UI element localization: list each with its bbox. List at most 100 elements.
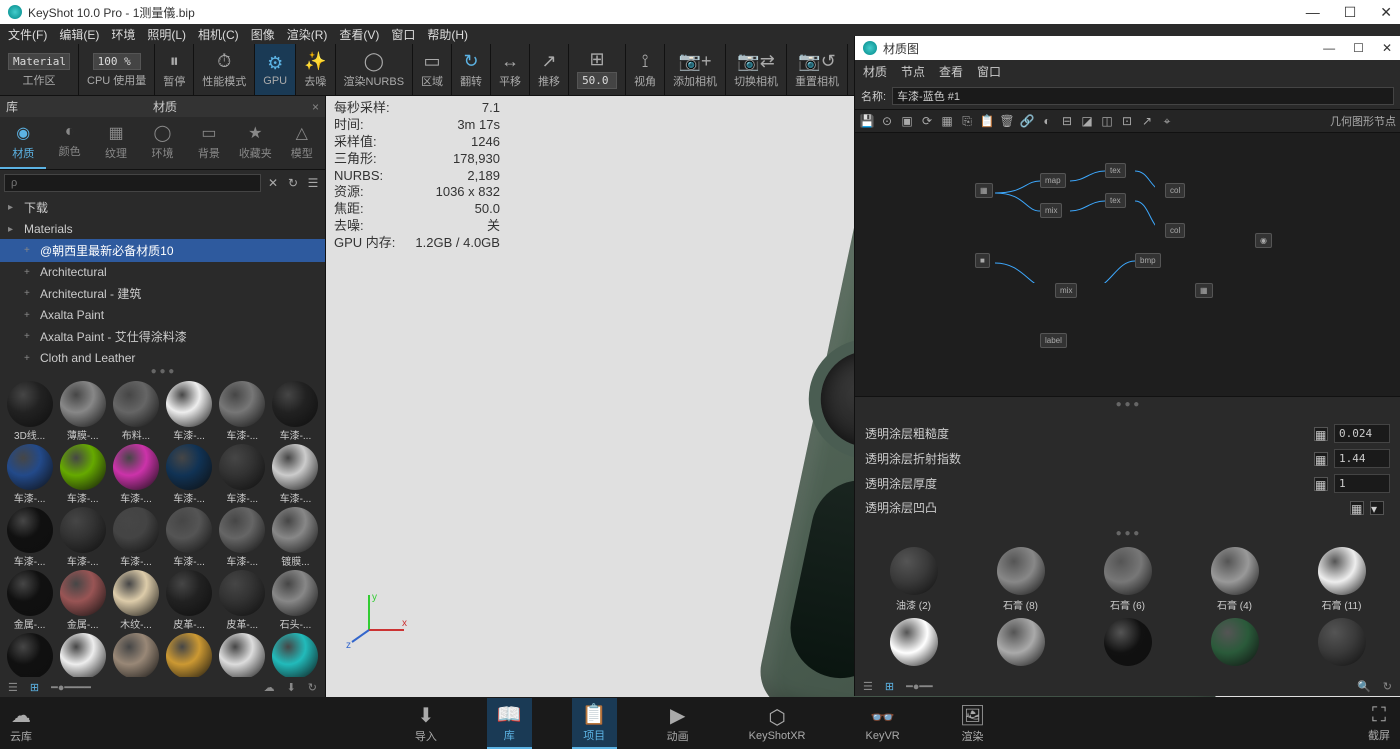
menu-item[interactable]: 环境 xyxy=(111,26,135,43)
bottombar-渲染[interactable]: 🖼渲染 xyxy=(950,699,995,748)
property-value-input[interactable] xyxy=(1334,474,1390,493)
tree-expand-icon[interactable]: + xyxy=(24,331,34,342)
toolbar-button-推移[interactable]: ↗推移 xyxy=(530,44,569,95)
material-thumbnail[interactable]: 镀膜... xyxy=(270,507,321,568)
library-tab-背景[interactable]: ▭背景 xyxy=(186,117,232,169)
material-thumbnail[interactable]: 透明-... xyxy=(110,633,161,677)
material-thumbnail[interactable]: 石头-... xyxy=(270,570,321,631)
graph-node[interactable]: mix xyxy=(1055,283,1077,298)
material-thumbnail[interactable]: 透明-... xyxy=(217,633,268,677)
matgraph-tool-icon[interactable]: 💾 xyxy=(859,113,875,129)
material-thumbnail[interactable]: 皮革-... xyxy=(164,570,215,631)
matgraph-tool-icon[interactable]: ▣ xyxy=(899,113,915,129)
slider-handle[interactable]: ━●━━ xyxy=(906,680,933,693)
tree-item[interactable]: +Architectural - 建筑 xyxy=(0,282,325,305)
property-texture-toggle[interactable]: ▦ xyxy=(1350,501,1364,515)
geometry-nodes-button[interactable]: 几何图形节点 xyxy=(1330,113,1396,129)
swatch-item[interactable]: 油漆 (2) xyxy=(863,547,964,612)
swatch-item[interactable] xyxy=(863,618,964,668)
bottombar-截屏[interactable]: ⛶截屏 xyxy=(1358,700,1400,747)
material-thumbnail[interactable]: 3D线... xyxy=(4,381,55,442)
graph-node[interactable]: tex xyxy=(1105,193,1126,208)
swatch-item[interactable]: 石膏 (8) xyxy=(970,547,1071,612)
bottombar-导入[interactable]: ⬇导入 xyxy=(405,699,447,748)
zoom-icon[interactable]: 🔍 xyxy=(1357,680,1371,693)
tree-item[interactable]: +Cloth and Leather xyxy=(0,348,325,366)
refresh-icon[interactable]: ↻ xyxy=(285,175,301,191)
matgraph-tool-icon[interactable]: ⎘ xyxy=(959,113,975,129)
maximize-button[interactable]: ☐ xyxy=(1344,4,1357,21)
library-tab-收藏夹[interactable]: ★收藏夹 xyxy=(232,117,278,169)
matgraph-close-button[interactable]: ✕ xyxy=(1382,41,1392,55)
minimize-button[interactable]: — xyxy=(1306,4,1320,21)
tree-item[interactable]: ▸Materials xyxy=(0,219,325,239)
property-value-input[interactable] xyxy=(1334,449,1390,468)
bottombar-动画[interactable]: ▶动画 xyxy=(657,699,699,748)
property-texture-toggle[interactable]: ▦ xyxy=(1314,477,1328,491)
toolbar-button-去噪[interactable]: ✨去噪 xyxy=(296,44,335,95)
swatch-item[interactable]: 石膏 (4) xyxy=(1184,547,1285,612)
material-thumbnail[interactable]: 金属-... xyxy=(4,570,55,631)
graph-node[interactable]: col xyxy=(1165,183,1185,198)
tree-item[interactable]: ▸下载 xyxy=(0,196,325,219)
matgraph-tool-icon[interactable]: ◪ xyxy=(1079,113,1095,129)
tree-item[interactable]: +Axalta Paint - 艾仕得涂料漆 xyxy=(0,325,325,348)
material-thumbnail[interactable]: 车漆-... xyxy=(164,507,215,568)
graph-node[interactable]: tex xyxy=(1105,163,1126,178)
list-view-icon[interactable]: ☰ xyxy=(8,681,18,694)
menu-item[interactable]: 帮助(H) xyxy=(427,26,468,43)
node-graph-canvas[interactable]: ▦ map mix tex tex col col ■ mix bmp ▦ la… xyxy=(855,133,1400,397)
toolbar-button-视角[interactable]: ⟟视角 xyxy=(626,44,665,95)
swatch-item[interactable] xyxy=(970,618,1071,668)
material-thumbnail[interactable]: 车漆-... xyxy=(110,507,161,568)
material-thumbnail[interactable]: 车漆-... xyxy=(270,381,321,442)
graph-node[interactable]: bmp xyxy=(1135,253,1161,268)
tree-expand-icon[interactable]: ▸ xyxy=(8,224,18,235)
matgraph-menu-item[interactable]: 节点 xyxy=(901,63,925,80)
toolbar-button-性能模式[interactable]: ⏱性能模式 xyxy=(194,44,255,95)
graph-node[interactable]: map xyxy=(1040,173,1066,188)
grid-value-input[interactable] xyxy=(577,72,617,89)
refresh-icon[interactable]: ↻ xyxy=(1383,680,1392,693)
library-tab-材质[interactable]: ◉材质 xyxy=(0,117,46,169)
material-thumbnail[interactable]: 车漆-... xyxy=(110,444,161,505)
list-view-icon[interactable]: ☰ xyxy=(863,680,873,693)
bottombar-KeyShotXR[interactable]: ⬡KeyShotXR xyxy=(739,701,816,746)
material-thumbnail[interactable]: 车漆-... xyxy=(57,444,108,505)
tree-resize-handle[interactable]: ● ● ● xyxy=(0,366,325,377)
library-tab-环境[interactable]: ◯环境 xyxy=(139,117,185,169)
graph-node[interactable]: label xyxy=(1040,333,1067,348)
library-search-input[interactable] xyxy=(4,174,261,192)
matgraph-tool-icon[interactable]: ⌖ xyxy=(1159,113,1175,129)
menu-item[interactable]: 窗口 xyxy=(391,26,415,43)
graph-node[interactable]: ■ xyxy=(975,253,990,268)
bottombar-库[interactable]: 📖库 xyxy=(487,698,532,749)
material-thumbnail[interactable]: 透明-... xyxy=(164,633,215,677)
tree-expand-icon[interactable]: + xyxy=(24,353,34,364)
material-thumbnail[interactable]: 车漆-... xyxy=(57,507,108,568)
graph-node[interactable]: ◉ xyxy=(1255,233,1272,248)
matgraph-tool-icon[interactable]: ▦ xyxy=(939,113,955,129)
grid-view-icon[interactable]: ⊞ xyxy=(30,681,39,694)
material-thumbnail[interactable]: 车漆-... xyxy=(217,381,268,442)
toolbar-button-翻转[interactable]: ↻翻转 xyxy=(452,44,491,95)
matgraph-tool-icon[interactable]: ◐ xyxy=(1039,113,1055,129)
material-thumbnail[interactable]: 车漆-... xyxy=(217,507,268,568)
material-thumbnail[interactable]: 木纹-... xyxy=(110,570,161,631)
property-value-input[interactable] xyxy=(1334,424,1390,443)
tree-expand-icon[interactable]: + xyxy=(24,245,34,256)
material-name-field[interactable] xyxy=(892,87,1394,105)
tree-expand-icon[interactable]: ▸ xyxy=(8,202,18,213)
slider-handle[interactable]: ━●━━━━ xyxy=(51,681,251,694)
matgraph-tool-icon[interactable]: ⊙ xyxy=(879,113,895,129)
tree-item[interactable]: +Architectural xyxy=(0,262,325,282)
props-resize-handle[interactable]: ● ● ● xyxy=(855,528,1400,539)
bottombar-项目[interactable]: 📋项目 xyxy=(572,698,617,749)
tree-item[interactable]: +@朝西里最新必备材质10 xyxy=(0,239,325,262)
menu-item[interactable]: 文件(F) xyxy=(8,26,47,43)
search-clear-icon[interactable]: ✕ xyxy=(265,175,281,191)
cpu-pct-input[interactable] xyxy=(93,53,141,70)
library-tab-纹理[interactable]: ▦纹理 xyxy=(93,117,139,169)
material-thumbnail[interactable]: 薄膜-... xyxy=(57,381,108,442)
panel-close-icon[interactable]: × xyxy=(312,100,319,114)
